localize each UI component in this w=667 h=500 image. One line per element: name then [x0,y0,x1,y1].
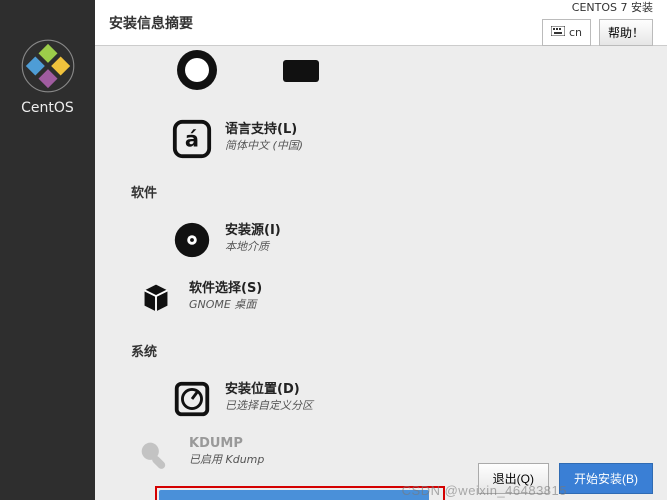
svg-text:á: á [185,128,199,152]
spoke-status: 已选择自定义分区 [225,397,313,413]
section-software-title: 软件 [131,182,637,201]
spoke-name: 安装位置(D) [225,378,313,397]
spoke-name: 语言支持(L) [225,118,303,137]
keyboard-spoke-partial[interactable] [277,46,325,94]
installation-destination-spoke[interactable]: 安装位置(D) 已选择自定义分区 [161,370,431,428]
spoke-name: KDUMP [189,436,264,451]
topbar: 安装信息摘要 CENTOS 7 安装 cn 帮助！ [95,0,667,46]
section-system-title: 系统 [131,341,637,360]
kdump-spoke[interactable]: KDUMP 已启用 Kdump [125,428,395,486]
clock-icon [173,46,221,94]
watermark-text: CSDN @weixin_46483815 [402,483,567,498]
begin-install-button[interactable]: 开始安装(B) [559,463,653,494]
spoke-name: 安装源(I) [225,219,281,238]
keyboard-large-icon [277,46,325,94]
spoke-name: 软件选择(S) [189,277,262,296]
network-hostname-spoke[interactable]: 网络和主机名(N) 未连接 [159,490,429,500]
install-name: CENTOS 7 安装 [572,0,653,15]
brand-text: CentOS [21,100,74,116]
wrench-icon [135,436,177,478]
language-support-spoke[interactable]: á 语言支持(L) 简体中文 (中国) [161,110,431,168]
spoke-status: 简体中文 (中国) [225,137,303,153]
software-selection-spoke[interactable]: 软件选择(S) GNOME 桌面 [125,269,395,327]
language-icon: á [171,118,213,160]
datetime-spoke-partial[interactable] [173,46,221,94]
keyboard-layout-code: cn [569,26,582,39]
help-button[interactable]: 帮助！ [599,19,653,46]
package-icon [135,277,177,319]
installer-window: CentOS 安装信息摘要 CENTOS 7 安装 cn 帮助！ [0,0,667,500]
page-title: 安装信息摘要 [109,13,193,33]
keyboard-layout-selector[interactable]: cn [542,19,591,46]
main-panel: 安装信息摘要 CENTOS 7 安装 cn 帮助！ [95,0,667,500]
installation-source-spoke[interactable]: 安装源(I) 本地介质 [161,211,431,269]
centos-logo-icon [20,38,76,94]
spoke-status: 已启用 Kdump [189,451,264,467]
disk-icon [171,378,213,420]
keyboard-icon [551,26,565,39]
spoke-status: 本地介质 [225,238,281,254]
disc-icon [171,219,213,261]
spoke-status: GNOME 桌面 [189,296,262,312]
sidebar: CentOS [0,0,95,500]
content-area: á 语言支持(L) 简体中文 (中国) 软件 安装源(I) 本地介质 [95,46,667,500]
